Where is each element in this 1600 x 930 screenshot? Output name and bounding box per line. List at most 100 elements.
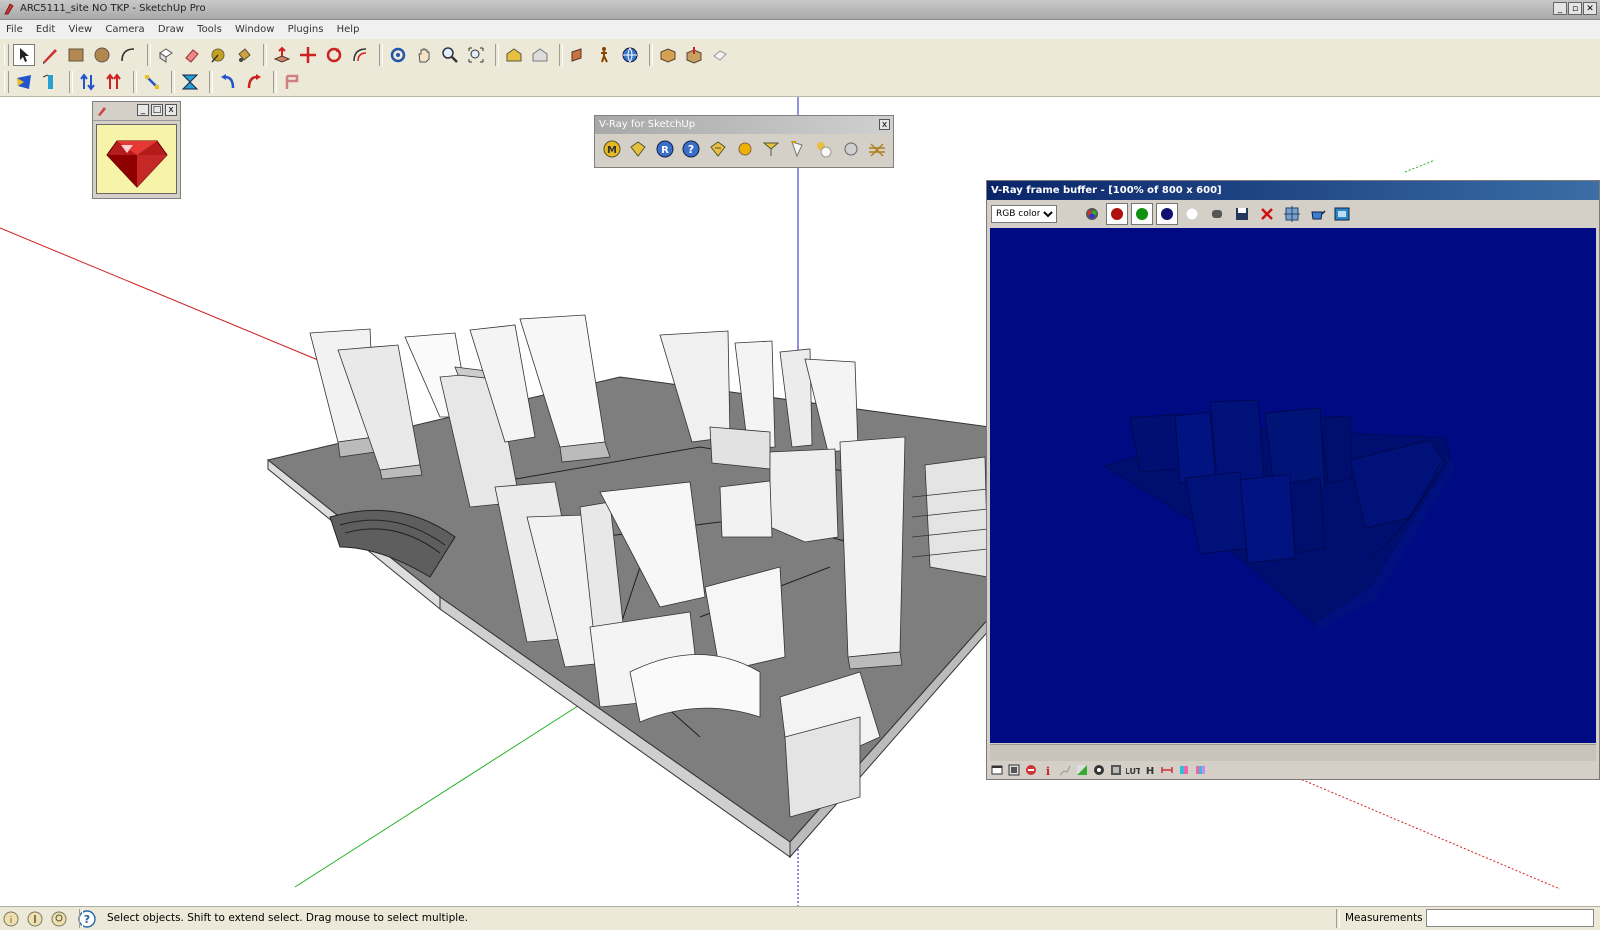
view-clamped-button[interactable] (1024, 763, 1038, 777)
rotate-tool-button[interactable] (323, 44, 345, 66)
report-button[interactable] (281, 71, 303, 93)
menu-edit[interactable]: Edit (31, 20, 60, 40)
flip-edge-button[interactable] (217, 71, 239, 93)
walk-tool-button[interactable] (593, 44, 615, 66)
vray-spot-light-button[interactable] (760, 138, 782, 160)
credits-status[interactable] (26, 910, 44, 928)
toolbar-grip-2[interactable] (4, 71, 9, 93)
vray-help-button[interactable]: ? (681, 138, 703, 160)
blue-channel-button[interactable] (1156, 203, 1178, 225)
vray-toolbar-titlebar[interactable]: V-Ray for SketchUp x (595, 116, 893, 134)
minimize-button[interactable]: _ (1553, 2, 1567, 15)
eraser-tool-button[interactable] (181, 44, 203, 66)
redo-button[interactable] (243, 71, 265, 93)
menu-draw[interactable]: Draw (153, 20, 189, 40)
look-around-button[interactable] (619, 44, 641, 66)
menu-view[interactable]: View (63, 20, 97, 40)
svg-text:i: i (10, 916, 13, 926)
eraser-small-button[interactable] (709, 44, 731, 66)
use-colors-curve-button[interactable] (1058, 763, 1072, 777)
make-component-button[interactable] (155, 44, 177, 66)
get-models-button[interactable] (503, 44, 525, 66)
tape-measure-button[interactable] (207, 44, 229, 66)
menu-help[interactable]: Help (332, 20, 365, 40)
show-corrections-button[interactable] (990, 763, 1004, 777)
paint-bucket-button[interactable] (233, 44, 255, 66)
channel-select[interactable]: RGB color (991, 205, 1057, 223)
red-channel-button[interactable] (1106, 203, 1128, 225)
vray-ies-light-button[interactable] (787, 138, 809, 160)
vray-render-button[interactable]: R (654, 138, 676, 160)
display-histogram-button[interactable] (1092, 763, 1106, 777)
render-image[interactable] (990, 228, 1596, 743)
save-image-button[interactable] (1231, 203, 1253, 225)
track-mouse-button[interactable] (1281, 203, 1303, 225)
ruby-console-window[interactable]: _ □ x (92, 101, 181, 199)
from-contours-button[interactable] (13, 71, 35, 93)
frame-buffer-titlebar[interactable]: V-Ray frame buffer - [100% of 800 x 600] (987, 181, 1599, 200)
pan-tool-button[interactable] (413, 44, 435, 66)
monochrome-button[interactable] (1206, 203, 1228, 225)
drape-button[interactable] (141, 71, 163, 93)
compare-ab-button[interactable] (1160, 763, 1174, 777)
vray-omni-light-button[interactable] (813, 138, 835, 160)
pixel-info-button[interactable]: i (1041, 763, 1055, 777)
clear-image-button[interactable] (1256, 203, 1278, 225)
push-pull-button[interactable] (271, 44, 293, 66)
link-to-render-button[interactable] (1331, 203, 1353, 225)
ruby-launch-button[interactable] (96, 124, 177, 194)
vray-options-button[interactable] (628, 138, 650, 160)
ruby-minimize-button[interactable]: _ (137, 104, 149, 116)
menu-window[interactable]: Window (230, 20, 279, 40)
horizontal-flip-button[interactable]: H (1143, 763, 1157, 777)
zoom-tool-button[interactable] (439, 44, 461, 66)
alpha-channel-button[interactable] (1181, 203, 1203, 225)
section-plane-button[interactable] (567, 44, 589, 66)
share-model-button[interactable] (529, 44, 551, 66)
from-scratch-button[interactable] (39, 71, 61, 93)
signin-status[interactable] (50, 910, 68, 928)
toolbar-grip[interactable] (4, 44, 9, 66)
pencil-tool-button[interactable] (39, 44, 61, 66)
rectangle-tool-button[interactable] (65, 44, 87, 66)
orbit-tool-button[interactable] (387, 44, 409, 66)
close-button[interactable]: ✕ (1583, 2, 1597, 15)
stamp-button[interactable] (103, 71, 125, 93)
vray-dome-light-button[interactable] (840, 138, 862, 160)
maximize-button[interactable]: ▫ (1568, 2, 1582, 15)
menu-file[interactable]: File (0, 20, 28, 40)
move-tool-button[interactable] (297, 44, 319, 66)
menu-camera[interactable]: Camera (100, 20, 149, 40)
use-exposure-button[interactable] (1075, 763, 1089, 777)
offset-tool-button[interactable] (349, 44, 371, 66)
menu-tools[interactable]: Tools (192, 20, 227, 40)
ruby-maximize-button[interactable]: □ (151, 104, 163, 116)
menu-plugins[interactable]: Plugins (283, 20, 329, 40)
force-color-clamp-button[interactable] (1007, 763, 1021, 777)
vray-sphere-light-button[interactable] (734, 138, 756, 160)
add-detail-button[interactable] (179, 71, 201, 93)
circle-tool-button[interactable] (91, 44, 113, 66)
vray-frame-buffer-button[interactable] (707, 138, 729, 160)
ruby-window-titlebar[interactable]: _ □ x (93, 102, 180, 121)
color-correction-button[interactable] (1194, 763, 1208, 777)
render-region-button[interactable] (1306, 203, 1328, 225)
render-window-icon (1334, 207, 1350, 221)
ruby-close-button[interactable]: x (165, 104, 177, 116)
history-button[interactable] (1177, 763, 1191, 777)
green-channel-button[interactable] (1131, 203, 1153, 225)
use-pixel-aspect-button[interactable] (1109, 763, 1123, 777)
vray-infinite-plane-button[interactable] (866, 138, 888, 160)
zoom-extents-button[interactable] (465, 44, 487, 66)
lut-button[interactable]: LUT (1126, 763, 1140, 777)
select-tool-button[interactable] (13, 44, 35, 66)
geo-location-status[interactable]: i (2, 910, 20, 928)
components-button[interactable] (657, 44, 679, 66)
arc-tool-button[interactable] (117, 44, 139, 66)
smoove-button[interactable] (77, 71, 99, 93)
measurements-input[interactable] (1426, 909, 1594, 927)
rgb-channel-button[interactable] (1081, 203, 1103, 225)
vray-material-editor-button[interactable]: M (601, 138, 623, 160)
materials-button[interactable] (683, 44, 705, 66)
vray-toolbar-close-button[interactable]: x (879, 119, 890, 130)
